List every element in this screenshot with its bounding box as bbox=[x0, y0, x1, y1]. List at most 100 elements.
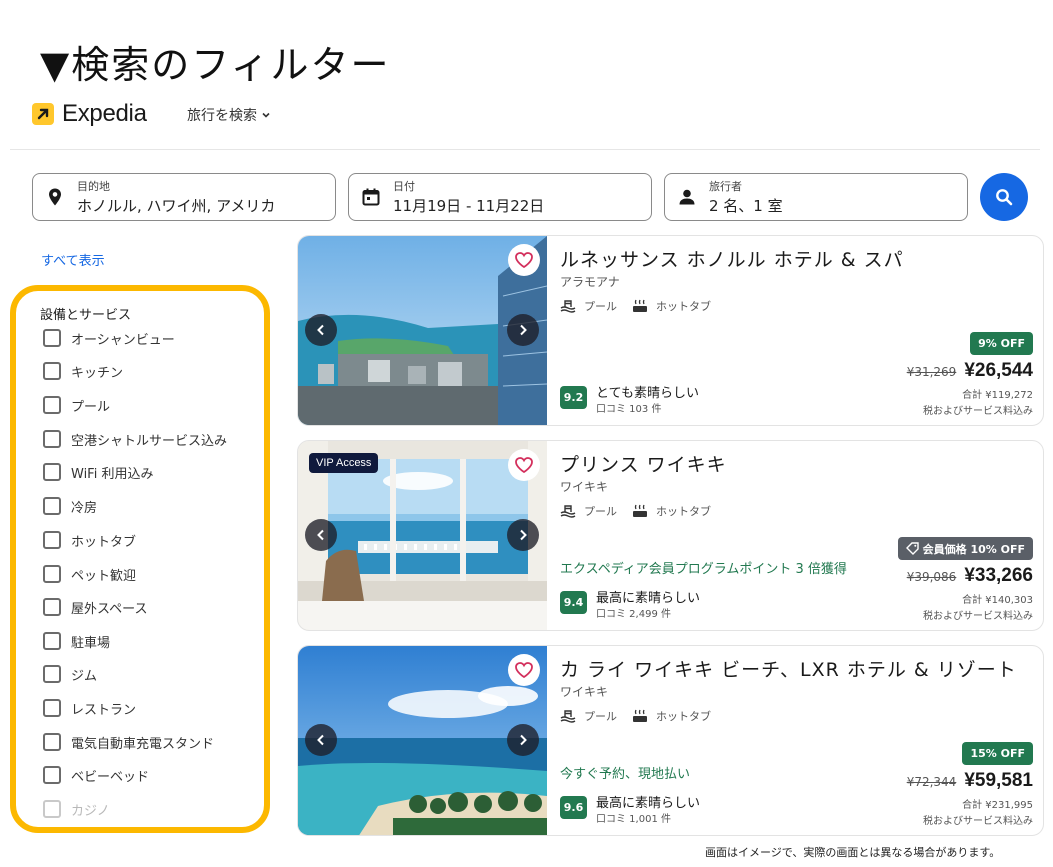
original-price: ¥72,344 bbox=[906, 775, 957, 789]
filter-label: ベビーベッド bbox=[71, 769, 150, 785]
photo-prev-button[interactable] bbox=[305, 314, 337, 346]
promo-text: エクスペディア会員プログラムポイント 3 倍獲得 bbox=[560, 562, 847, 577]
current-price: ¥26,544 bbox=[964, 360, 1033, 381]
nav-search-label: 旅行を検索 bbox=[187, 108, 257, 124]
amenity-label: プール bbox=[584, 505, 617, 518]
filter-crib[interactable]: ベビーベッド bbox=[43, 764, 149, 786]
hot-tub-icon bbox=[633, 299, 647, 312]
filter-parking[interactable]: 駐車場 bbox=[43, 630, 110, 652]
filter-ocean-view[interactable]: オーシャンビュー bbox=[43, 327, 175, 349]
amenity-label: ホットタブ bbox=[656, 505, 711, 518]
filter-hot-tub[interactable]: ホットタブ bbox=[43, 529, 136, 551]
hotel-card[interactable]: ルネッサンス ホノルル ホテル & スパ アラモアナ プール ホットタブ 9% … bbox=[297, 235, 1044, 426]
promo-text: 今すぐ予約、現地払い bbox=[560, 767, 691, 782]
checkbox[interactable] bbox=[43, 598, 61, 616]
chevron-right-icon bbox=[520, 529, 527, 541]
pool-icon bbox=[560, 505, 576, 518]
person-icon bbox=[679, 189, 695, 205]
favorite-button[interactable] bbox=[508, 449, 540, 481]
tax-note: 税およびサービス料込み bbox=[923, 816, 1033, 827]
amenity-label: ホットタブ bbox=[656, 710, 711, 723]
checkbox[interactable] bbox=[43, 699, 61, 717]
photo-next-button[interactable] bbox=[507, 314, 539, 346]
photo-next-button[interactable] bbox=[507, 724, 539, 756]
photo-prev-button[interactable] bbox=[305, 519, 337, 551]
checkbox[interactable] bbox=[43, 632, 61, 650]
hotel-name[interactable]: ルネッサンス ホノルル ホテル & スパ bbox=[560, 245, 904, 272]
hotel-photo[interactable]: VIP Access bbox=[298, 441, 547, 630]
filter-label: プール bbox=[71, 399, 111, 415]
checkbox[interactable] bbox=[43, 430, 61, 448]
expedia-logo-icon bbox=[32, 103, 54, 125]
show-all-link[interactable]: すべて表示 bbox=[41, 250, 105, 269]
filter-airport-shuttle[interactable]: 空港シャトルサービス込み bbox=[43, 428, 227, 450]
dates-field[interactable]: 日付 11月19日 - 11月22日 bbox=[348, 173, 652, 221]
checkbox[interactable] bbox=[43, 665, 61, 683]
filter-wifi[interactable]: WiFi 利用込み bbox=[43, 461, 153, 483]
hotel-photo[interactable] bbox=[298, 646, 547, 835]
filter-outdoor-space[interactable]: 屋外スペース bbox=[43, 596, 147, 618]
filter-pool[interactable]: プール bbox=[43, 394, 110, 416]
destination-field[interactable]: 目的地 ホノルル, ハワイ州, アメリカ bbox=[32, 173, 336, 221]
favorite-button[interactable] bbox=[508, 244, 540, 276]
checkbox[interactable] bbox=[43, 362, 61, 380]
location-pin-icon bbox=[49, 188, 61, 206]
hotel-photo[interactable] bbox=[298, 236, 547, 425]
checkbox[interactable] bbox=[43, 463, 61, 481]
checkbox[interactable] bbox=[43, 531, 61, 549]
pool-icon bbox=[560, 710, 576, 723]
chevron-left-icon bbox=[317, 529, 324, 541]
filter-air-conditioning[interactable]: 冷房 bbox=[43, 495, 97, 517]
review-count: 口コミ 1,001 件 bbox=[596, 814, 671, 825]
hotel-area: ワイキキ bbox=[560, 685, 609, 699]
checkbox[interactable] bbox=[43, 396, 61, 414]
rating-text: とても素晴らしい bbox=[596, 386, 699, 401]
checkbox[interactable] bbox=[43, 733, 61, 751]
brand-name: Expedia bbox=[62, 100, 147, 127]
chevron-down-icon bbox=[262, 112, 270, 118]
chevron-left-icon bbox=[317, 324, 324, 336]
filter-ev-charging[interactable]: 電気自動車充電スタンド bbox=[43, 731, 214, 753]
photo-next-button[interactable] bbox=[507, 519, 539, 551]
expedia-logo[interactable]: Expedia bbox=[32, 100, 147, 128]
hotel-area: ワイキキ bbox=[560, 480, 609, 494]
rating-badge: 9.2 bbox=[560, 386, 587, 409]
filter-casino[interactable]: カジノ bbox=[43, 798, 110, 820]
hotel-card[interactable]: カ ライ ワイキキ ビーチ、LXR ホテル & リゾート ワイキキ プール ホッ… bbox=[297, 645, 1044, 836]
nav-search-menu[interactable]: 旅行を検索 bbox=[187, 105, 271, 125]
member-price-badge: 会員価格 10% OFF bbox=[897, 537, 1033, 560]
hot-tub-icon bbox=[633, 504, 647, 517]
favorite-button[interactable] bbox=[508, 654, 540, 686]
amenity-label: プール bbox=[584, 300, 617, 313]
destination-label: 目的地 bbox=[77, 180, 110, 193]
hotel-name[interactable]: カ ライ ワイキキ ビーチ、LXR ホテル & リゾート bbox=[560, 655, 1017, 682]
travelers-label: 旅行者 bbox=[709, 180, 742, 193]
checkbox[interactable] bbox=[43, 497, 61, 515]
checkbox[interactable] bbox=[43, 565, 61, 583]
checkbox[interactable] bbox=[43, 800, 61, 818]
amenity-pool: プール bbox=[560, 708, 617, 724]
search-button[interactable] bbox=[980, 173, 1028, 221]
review-count: 口コミ 103 件 bbox=[596, 404, 662, 415]
photo-prev-button[interactable] bbox=[305, 724, 337, 756]
filter-label: カジノ bbox=[71, 803, 110, 819]
hotel-name[interactable]: プリンス ワイキキ bbox=[560, 450, 727, 477]
filter-label: レストラン bbox=[71, 702, 137, 718]
travelers-field[interactable]: 旅行者 2 名、1 室 bbox=[664, 173, 968, 221]
filter-gym[interactable]: ジム bbox=[43, 663, 97, 685]
hotel-card[interactable]: VIP Access プリンス ワイキキ ワイキキ プール ホットタブ エクスペ… bbox=[297, 440, 1044, 631]
tag-icon bbox=[905, 542, 919, 555]
filter-label: 屋外スペース bbox=[71, 601, 148, 617]
discount-badge: 15% OFF bbox=[962, 742, 1033, 765]
chevron-left-icon bbox=[317, 734, 324, 746]
amenity-pool: プール bbox=[560, 298, 617, 314]
filter-pet-friendly[interactable]: ペット歓迎 bbox=[43, 563, 136, 585]
filter-restaurant[interactable]: レストラン bbox=[43, 697, 136, 719]
footnote: 画面はイメージで、実際の画面とは異なる場合があります。 bbox=[705, 846, 1001, 859]
destination-value: ホノルル, ハワイ州, アメリカ bbox=[77, 197, 276, 215]
filter-kitchen[interactable]: キッチン bbox=[43, 360, 123, 382]
pool-icon bbox=[560, 300, 576, 313]
original-price: ¥31,269 bbox=[906, 365, 957, 379]
checkbox[interactable] bbox=[43, 329, 61, 347]
checkbox[interactable] bbox=[43, 766, 61, 784]
